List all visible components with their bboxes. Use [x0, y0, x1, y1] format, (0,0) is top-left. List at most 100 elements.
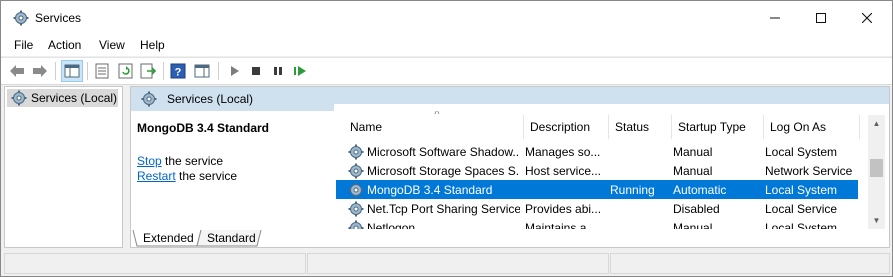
restart-service-link[interactable]: Restart [137, 169, 176, 183]
tab-extended[interactable]: Extended [143, 230, 194, 246]
service-description: Manages so... [525, 144, 601, 159]
services-list: ˄ Name Description Status Startup Type L… [336, 111, 889, 229]
service-row[interactable]: Netlogon Maintains a ... Manual Local Syste… [336, 218, 858, 229]
column-header-name-label: Name [350, 120, 383, 134]
stop-service-line: Stop the service [137, 154, 223, 168]
tab-standard[interactable]: Standard [207, 230, 256, 246]
scroll-thumb[interactable] [870, 159, 883, 177]
service-gear-icon [348, 201, 364, 217]
stop-service-text: the service [161, 154, 224, 168]
service-log-on-as: Local System [765, 182, 838, 197]
column-header-description[interactable]: Description [524, 115, 609, 139]
toolbar-separator [218, 62, 219, 80]
column-header-description-label: Description [530, 120, 591, 134]
show-action-pane-icon[interactable] [193, 62, 211, 80]
minimize-button[interactable] [752, 1, 798, 35]
close-icon [862, 13, 872, 23]
service-status: Running [610, 182, 655, 197]
service-name-cell: MongoDB 3.4 Standard [348, 180, 520, 199]
help-icon[interactable]: ? [169, 62, 187, 80]
sort-ascending-icon: ˄ [434, 111, 440, 118]
service-startup-type: Disabled [673, 201, 720, 216]
vertical-scrollbar[interactable]: ▲ ▼ [868, 115, 885, 229]
service-row[interactable]: MongoDB 3.4 Standard Running Automatic Loca… [336, 180, 858, 199]
resume-service-icon[interactable] [291, 62, 309, 80]
toolbar-separator [87, 62, 88, 80]
start-service-icon[interactable] [225, 62, 243, 80]
window-title: Services [35, 11, 82, 25]
menu-file[interactable]: File [14, 38, 33, 52]
close-button[interactable] [844, 1, 890, 35]
maximize-icon [816, 13, 826, 23]
service-row[interactable]: Net.Tcp Port Sharing Service Provides abi… [336, 199, 858, 218]
tree-item-label: Services (Local) [31, 91, 118, 105]
column-header-status[interactable]: Status [609, 115, 672, 139]
service-gear-icon [348, 182, 364, 198]
selected-service-name: MongoDB 3.4 Standard [137, 121, 270, 135]
console-tree: Services (Local) [4, 86, 123, 248]
svg-text:?: ? [175, 67, 182, 79]
service-description [525, 180, 605, 199]
pause-service-icon[interactable] [269, 62, 287, 80]
restart-service-line: Restart the service [137, 169, 237, 183]
menu-action[interactable]: Action [48, 38, 81, 52]
service-startup-type: Manual [673, 163, 713, 178]
service-gear-icon [348, 144, 364, 160]
export-list-icon[interactable] [139, 62, 157, 80]
service-description: Host service... [525, 163, 602, 178]
service-name: Microsoft Storage Spaces S... [367, 163, 520, 178]
service-startup-type: Automatic [673, 182, 727, 197]
back-icon[interactable] [8, 62, 26, 80]
column-header-log-on-as[interactable]: Log On As [764, 115, 860, 139]
service-row[interactable]: Microsoft Storage Spaces S... Host servic… [336, 161, 858, 180]
show-console-tree-icon[interactable] [61, 60, 83, 82]
service-row[interactable]: Microsoft Software Shadow... Manages so..… [336, 142, 858, 161]
menu-bar: File Action View Help [1, 35, 892, 56]
service-status [610, 142, 668, 161]
maximize-button[interactable] [798, 1, 844, 35]
service-status [610, 218, 668, 229]
services-gear-icon [13, 10, 29, 26]
service-log-on-as: Local System [765, 220, 838, 230]
service-startup-type: Manual [673, 144, 713, 159]
service-name: Microsoft Software Shadow... [367, 144, 520, 159]
service-log-on-as: Network Service [765, 163, 853, 178]
column-header-logon-label: Log On As [770, 120, 827, 134]
view-tabs: Extended Standard [131, 230, 889, 247]
service-gear-icon [348, 220, 364, 229]
status-segment [4, 253, 306, 274]
service-status [610, 199, 668, 218]
status-bar [1, 249, 892, 276]
service-log-on-as: Local System [765, 144, 838, 159]
services-window: Services File Action View Help ? Service… [0, 0, 893, 277]
service-name-cell: Microsoft Storage Spaces S... [348, 161, 520, 180]
title-bar: Services [1, 1, 892, 35]
forward-icon[interactable] [31, 62, 49, 80]
service-description: Maintains a ... [525, 220, 600, 230]
column-header-name[interactable]: ˄ Name [344, 111, 524, 139]
service-gear-icon [348, 163, 364, 179]
column-header-startup-label: Startup Type [678, 120, 746, 134]
stop-service-icon[interactable] [247, 62, 265, 80]
services-pane: Services (Local) MongoDB 3.4 Standard St… [130, 86, 890, 248]
properties-icon[interactable] [93, 62, 111, 80]
services-gear-icon [11, 90, 27, 106]
menu-help[interactable]: Help [140, 38, 165, 52]
service-name-cell: Net.Tcp Port Sharing Service [348, 199, 520, 218]
stop-service-link[interactable]: Stop [137, 154, 162, 168]
service-log-on-as: Local Service [765, 201, 838, 216]
refresh-icon[interactable] [117, 62, 135, 80]
scroll-up-icon[interactable]: ▲ [868, 115, 885, 132]
scroll-down-icon[interactable]: ▼ [868, 212, 885, 229]
menu-view[interactable]: View [99, 38, 125, 52]
column-header-status-label: Status [615, 120, 650, 134]
column-header-startup-type[interactable]: Startup Type [672, 115, 764, 139]
column-headers: ˄ Name Description Status Startup Type L… [336, 111, 889, 139]
tree-item-services-local[interactable]: Services (Local) [7, 89, 118, 107]
toolbar-separator [55, 62, 56, 80]
service-status [610, 161, 668, 180]
status-segment [307, 253, 609, 274]
toolbar: ? [1, 57, 892, 85]
service-startup-type: Manual [673, 220, 713, 230]
services-gear-icon [141, 91, 157, 110]
